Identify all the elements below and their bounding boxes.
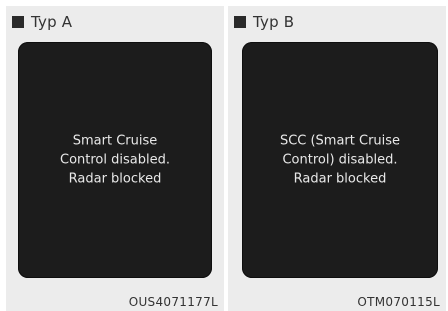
panel-typ-b: Typ B SCC (Smart Cruise Control) disable… bbox=[228, 6, 446, 311]
image-code-caption: OUS4071177L bbox=[128, 295, 218, 309]
panel-typ-a: Typ A Smart Cruise Control disabled. Rad… bbox=[6, 6, 224, 311]
image-code-caption: OTM070115L bbox=[357, 295, 440, 309]
cluster-display-screen: SCC (Smart Cruise Control) disabled. Rad… bbox=[242, 42, 438, 278]
panel-header: Typ A bbox=[12, 12, 72, 32]
warning-message: Smart Cruise Control disabled. Radar blo… bbox=[60, 133, 170, 187]
square-bullet-icon bbox=[234, 16, 246, 28]
cluster-display-screen: Smart Cruise Control disabled. Radar blo… bbox=[18, 42, 212, 278]
warning-message: SCC (Smart Cruise Control) disabled. Rad… bbox=[279, 133, 401, 187]
panel-title: Typ B bbox=[253, 13, 295, 31]
panel-header: Typ B bbox=[234, 12, 294, 32]
panel-title: Typ A bbox=[31, 13, 73, 31]
square-bullet-icon bbox=[12, 16, 24, 28]
figure: Typ A Smart Cruise Control disabled. Rad… bbox=[0, 0, 448, 311]
